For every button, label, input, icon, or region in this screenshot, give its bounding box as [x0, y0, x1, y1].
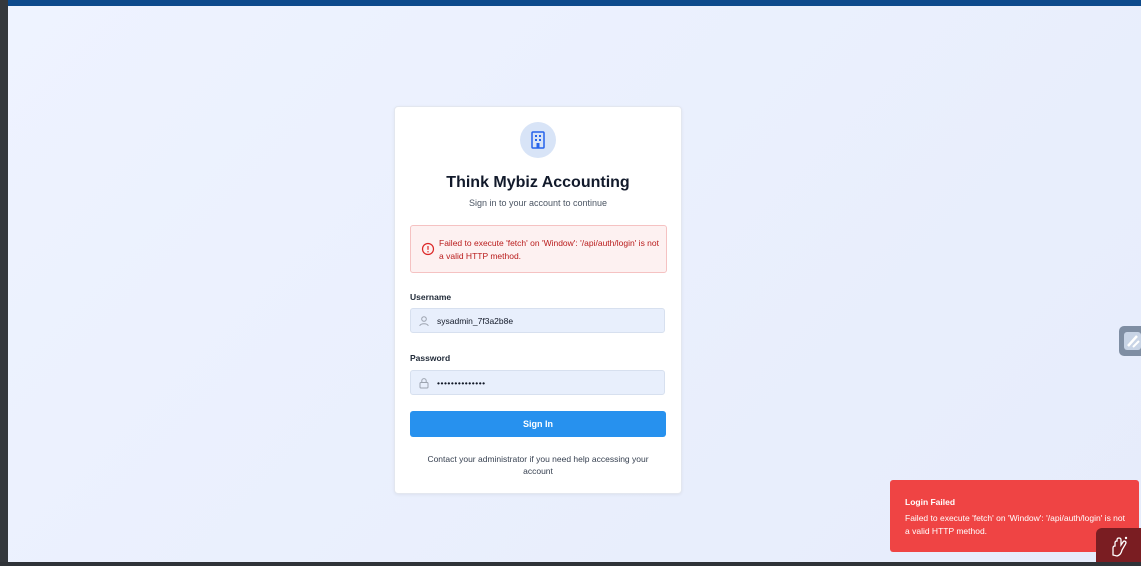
wand-icon: [1124, 332, 1141, 350]
alert-circle-icon: [421, 242, 435, 256]
logo-badge: [520, 122, 556, 158]
window-left-edge: [0, 0, 8, 566]
building-icon: [531, 131, 545, 149]
window-bottom-edge: [0, 562, 1141, 566]
error-alert: Failed to execute 'fetch' on 'Window': '…: [410, 225, 667, 273]
lock-icon: [419, 378, 429, 389]
login-page: Think Mybiz Accounting Sign in to your a…: [8, 6, 1141, 562]
password-label: Password: [410, 353, 451, 363]
hand-icon: [1112, 536, 1128, 557]
sign-in-button[interactable]: Sign In: [410, 411, 666, 437]
username-value: sysadmin_7f3a2b8e: [437, 316, 514, 326]
toast-message: Failed to execute 'fetch' on 'Window': '…: [905, 513, 1125, 536]
toast-title: Login Failed: [905, 497, 956, 507]
help-text: Contact your administrator if you need h…: [427, 454, 649, 476]
app-title: Think Mybiz Accounting: [446, 174, 630, 191]
password-value: ••••••••••••••: [437, 378, 486, 388]
login-card: Think Mybiz Accounting Sign in to your a…: [394, 106, 682, 494]
username-label: Username: [410, 292, 452, 302]
error-message: Failed to execute 'fetch' on 'Window': '…: [439, 238, 659, 261]
side-panel-toggle[interactable]: [1119, 326, 1141, 356]
password-field[interactable]: ••••••••••••••: [410, 370, 665, 395]
app-subtitle: Sign in to your account to continue: [468, 198, 608, 208]
username-field[interactable]: sysadmin_7f3a2b8e: [410, 308, 665, 333]
assistant-button[interactable]: [1096, 528, 1141, 566]
user-icon: [419, 316, 429, 327]
